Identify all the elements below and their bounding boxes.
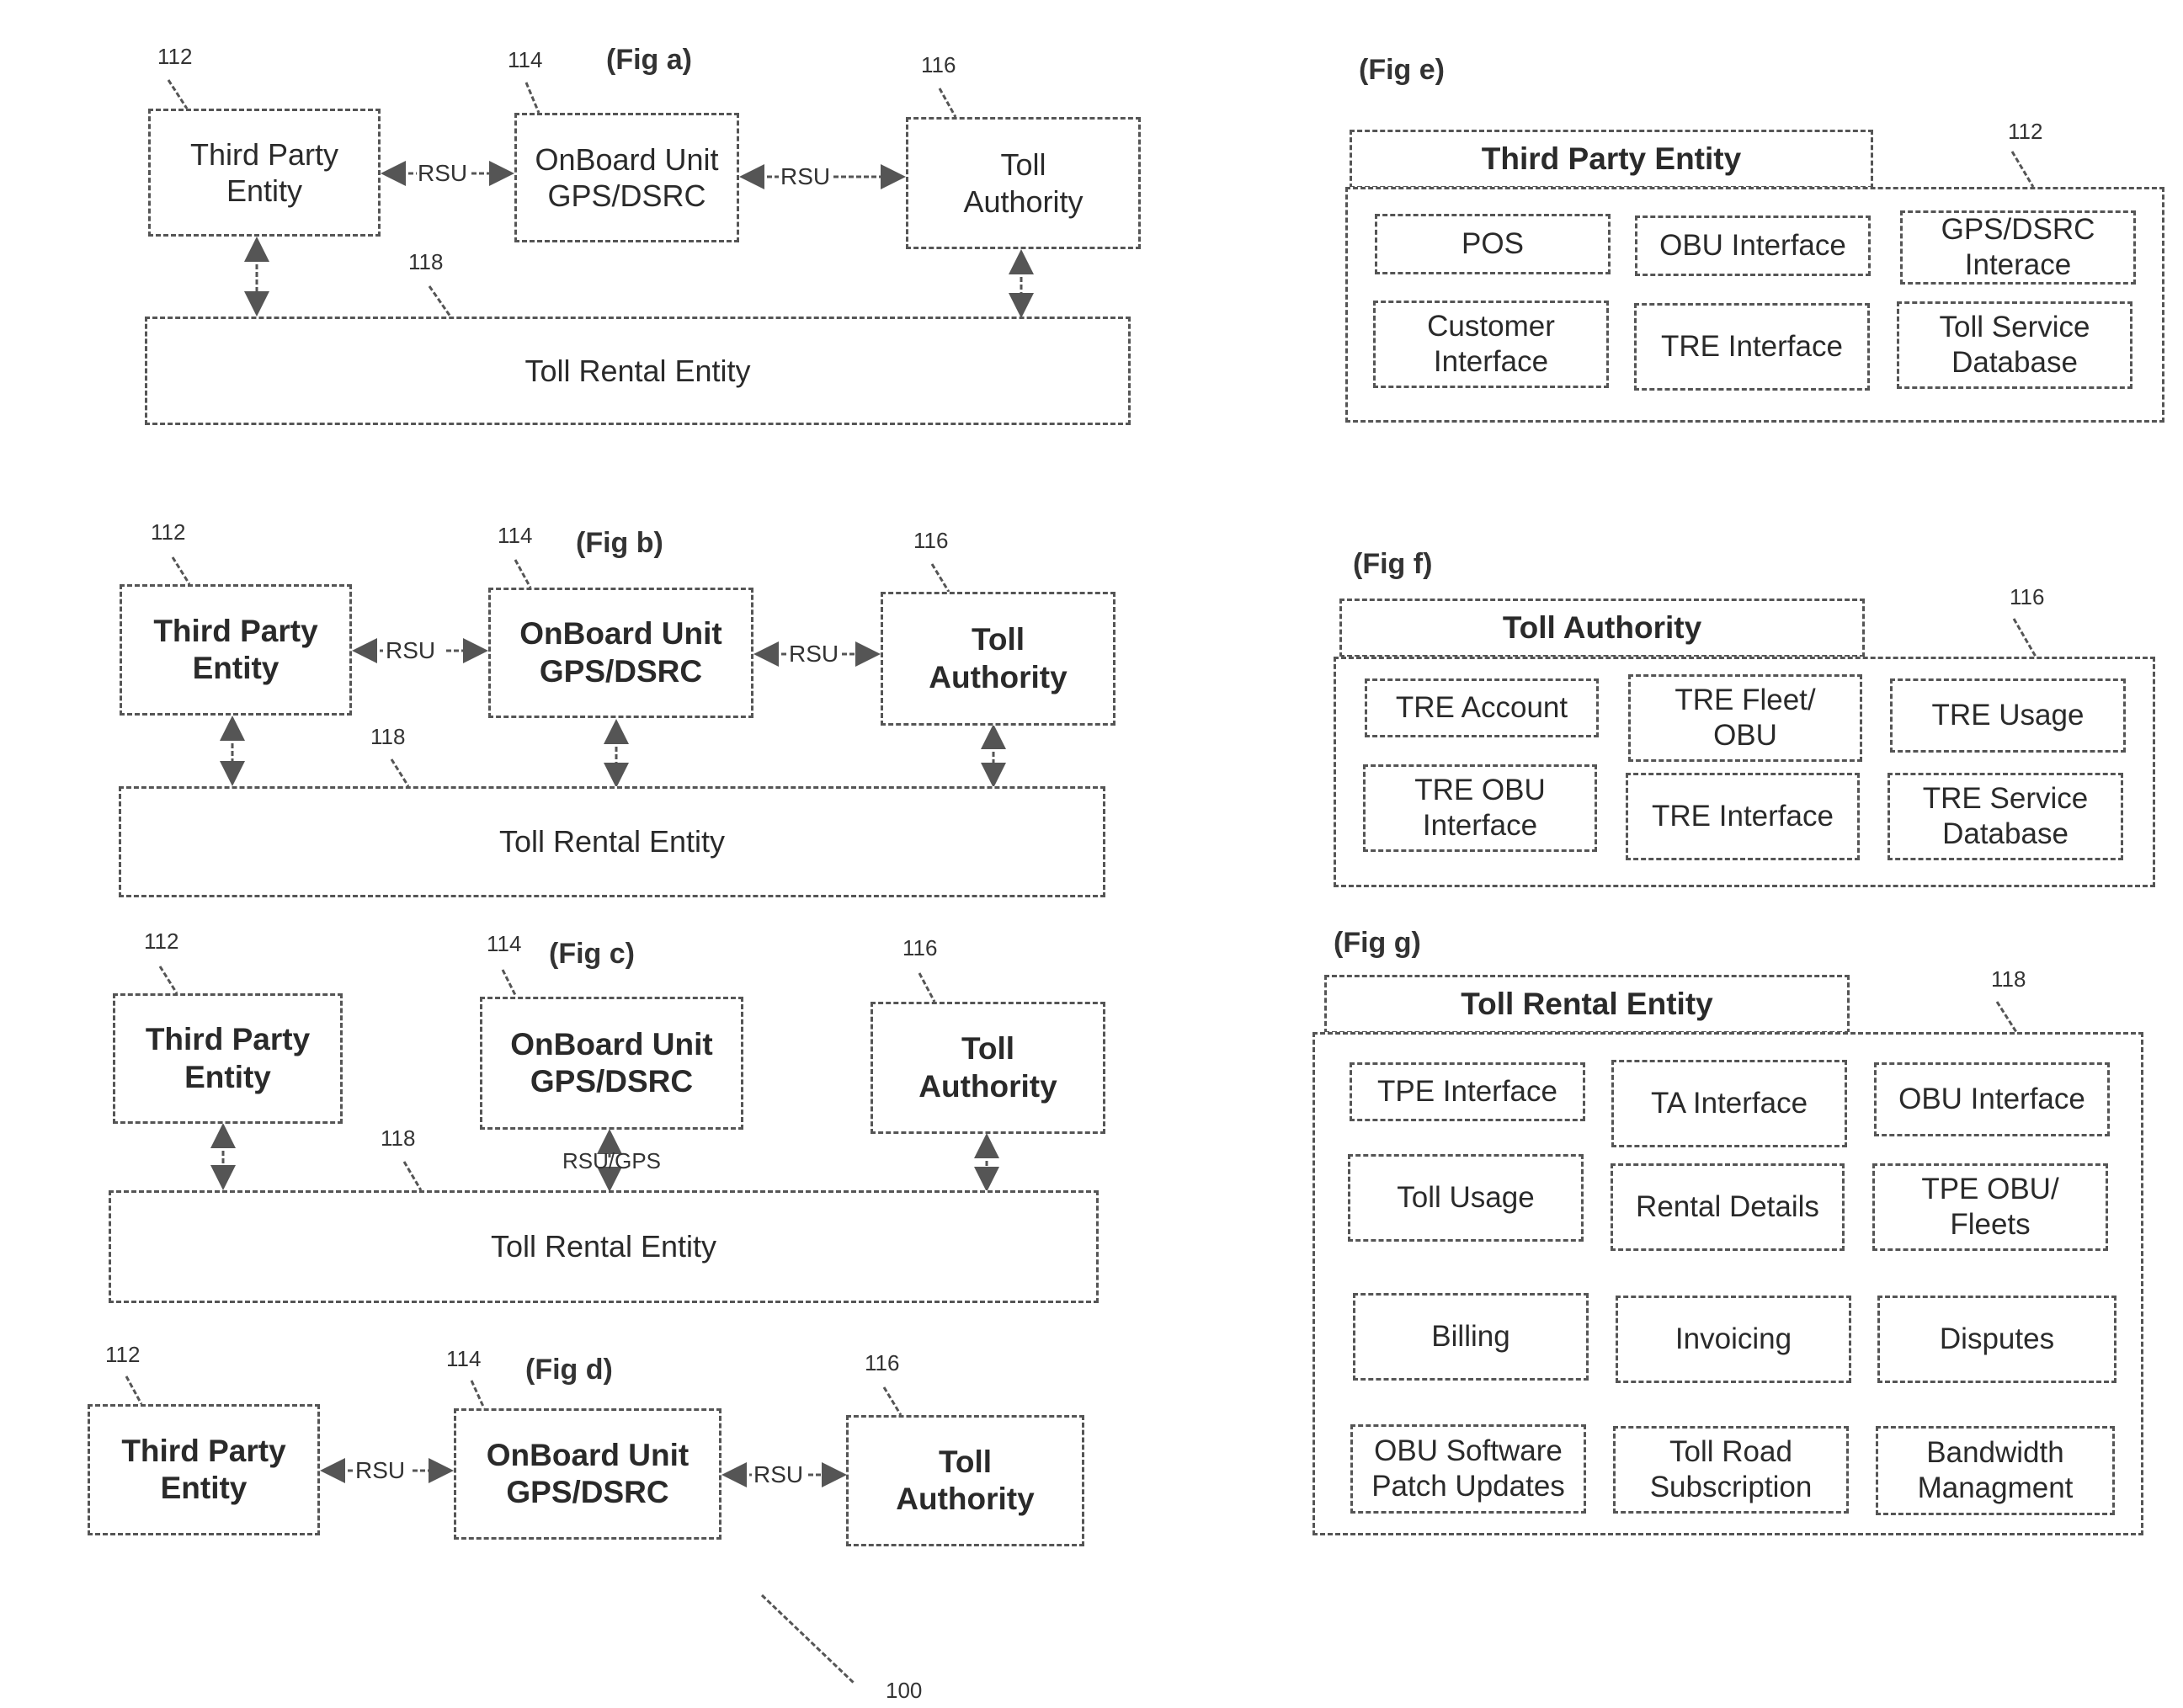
leader-line xyxy=(524,82,540,114)
fig-a-third-party-entity: Third Party Entity xyxy=(148,109,381,237)
fig-e-item-obu-interface: OBU Interface xyxy=(1635,215,1871,276)
fig-e-label: (Fig e) xyxy=(1359,54,1445,86)
leader-line xyxy=(1995,1001,2018,1033)
ref-112: 112 xyxy=(2008,119,2043,144)
fig-a-label: (Fig a) xyxy=(606,44,692,76)
fig-e-item-gps-dsrc-interface: GPS/DSRC Interace xyxy=(1900,210,2136,285)
fig-a-rsu-link-left: RSU xyxy=(418,160,468,186)
fig-a-onboard-unit: OnBoard Unit GPS/DSRC xyxy=(514,113,739,242)
fig-g-item-tpe-interface: TPE Interface xyxy=(1350,1062,1585,1121)
leader-line xyxy=(938,88,957,118)
ref-116: 116 xyxy=(902,935,938,960)
ref-114: 114 xyxy=(446,1346,482,1371)
fig-g-item-tpe-obu-fleets: TPE OBU/ Fleets xyxy=(1872,1163,2108,1251)
fig-g-item-toll-usage: Toll Usage xyxy=(1348,1154,1584,1242)
leader-line xyxy=(171,556,191,585)
fig-e-item-pos: POS xyxy=(1375,214,1611,274)
ref-116: 116 xyxy=(921,52,956,77)
fig-d-rsu-link-left: RSU xyxy=(355,1457,406,1483)
fig-e-item-customer-interface: Customer Interface xyxy=(1373,301,1609,388)
fig-c-rsu-gps-link: RSU/GPS xyxy=(562,1148,662,1173)
fig-g-item-ta-interface: TA Interface xyxy=(1611,1060,1847,1147)
fig-f-item-tre-usage: TRE Usage xyxy=(1890,678,2126,753)
ref-114: 114 xyxy=(498,523,533,548)
fig-b-toll-rental-entity: Toll Rental Entity xyxy=(119,786,1105,897)
fig-b-third-party-entity: Third Party Entity xyxy=(120,584,352,716)
fig-g-item-obu-software-patch-updates: OBU Software Patch Updates xyxy=(1350,1424,1586,1514)
fig-g-label: (Fig g) xyxy=(1334,927,1421,959)
ref-116: 116 xyxy=(865,1350,900,1375)
fig-f-item-tre-interface: TRE Interface xyxy=(1626,773,1860,860)
fig-b-toll-authority: Toll Authority xyxy=(881,592,1115,726)
leader-line xyxy=(2012,618,2037,657)
ref-112: 112 xyxy=(105,1342,141,1367)
ref-118: 118 xyxy=(381,1125,416,1151)
fig-f-item-tre-account: TRE Account xyxy=(1365,678,1599,737)
fig-g-item-obu-interface: OBU Interface xyxy=(1874,1062,2110,1136)
ref-112: 112 xyxy=(144,928,179,954)
ref-112: 112 xyxy=(157,44,193,69)
leader-line xyxy=(402,1161,423,1191)
ref-100: 100 xyxy=(886,1678,923,1703)
fig-g-item-billing: Billing xyxy=(1353,1293,1589,1381)
leader-line xyxy=(470,1380,486,1409)
fig-c-onboard-unit: OnBoard Unit GPS/DSRC xyxy=(480,997,743,1130)
leader-line xyxy=(918,972,936,1003)
fig-f-item-tre-fleet-obu: TRE Fleet/ OBU xyxy=(1628,674,1862,762)
fig-d-toll-authority: Toll Authority xyxy=(846,1415,1084,1546)
leader-line xyxy=(514,559,532,588)
fig-b-onboard-unit: OnBoard Unit GPS/DSRC xyxy=(488,588,753,718)
ref-114: 114 xyxy=(508,47,543,72)
ref-114: 114 xyxy=(487,931,522,956)
fig-g-item-rental-details: Rental Details xyxy=(1611,1163,1845,1251)
fig-b-label: (Fig b) xyxy=(576,527,663,559)
fig-e-title: Third Party Entity xyxy=(1350,130,1873,189)
ref-116: 116 xyxy=(2010,584,2045,609)
fig-f-label: (Fig f) xyxy=(1353,548,1433,580)
fig-d-rsu-link-right: RSU xyxy=(753,1461,804,1487)
patent-figure-sheet: (Fig a) 112 114 116 118 Third Party Enti… xyxy=(0,0,2183,1708)
ref-112: 112 xyxy=(151,519,186,545)
ref-116: 116 xyxy=(913,528,949,553)
leader-line-100 xyxy=(760,1594,856,1685)
fig-d-onboard-unit: OnBoard Unit GPS/DSRC xyxy=(454,1408,721,1540)
fig-d-label: (Fig d) xyxy=(525,1354,613,1386)
ref-118: 118 xyxy=(1991,966,2026,992)
fig-g-item-toll-road-subscription: Toll Road Subscription xyxy=(1613,1426,1849,1514)
leader-line xyxy=(390,758,410,787)
fig-d-third-party-entity: Third Party Entity xyxy=(88,1404,320,1535)
fig-a-rsu-link-right: RSU xyxy=(780,163,831,189)
fig-b-rsu-link-right: RSU xyxy=(789,641,839,667)
fig-a-toll-rental-entity: Toll Rental Entity xyxy=(145,317,1131,425)
leader-line xyxy=(930,563,950,593)
fig-e-item-toll-service-database: Toll Service Database xyxy=(1897,301,2132,389)
fig-g-item-bandwidth-managment: Bandwidth Managment xyxy=(1876,1426,2115,1515)
fig-c-toll-rental-entity: Toll Rental Entity xyxy=(109,1190,1099,1303)
leader-line xyxy=(428,285,452,317)
fig-f-item-tre-obu-interface: TRE OBU Interface xyxy=(1363,764,1597,852)
fig-f-title: Toll Authority xyxy=(1339,599,1865,657)
fig-g-item-disputes: Disputes xyxy=(1877,1296,2116,1383)
ref-118: 118 xyxy=(408,249,444,274)
fig-c-third-party-entity: Third Party Entity xyxy=(113,993,343,1124)
fig-g-title: Toll Rental Entity xyxy=(1324,975,1850,1034)
leader-line xyxy=(2010,151,2035,188)
leader-line xyxy=(167,79,189,109)
fig-e-item-tre-interface: TRE Interface xyxy=(1634,303,1870,391)
fig-b-rsu-link-left: RSU xyxy=(386,637,436,663)
fig-a-toll-authority: Toll Authority xyxy=(906,117,1141,249)
fig-c-label: (Fig c) xyxy=(549,938,635,970)
ref-118: 118 xyxy=(370,724,406,749)
leader-line xyxy=(882,1386,902,1416)
leader-line xyxy=(125,1375,143,1405)
leader-line xyxy=(158,966,178,994)
leader-line xyxy=(501,969,518,998)
fig-c-toll-authority: Toll Authority xyxy=(871,1002,1105,1134)
fig-f-item-tre-service-database: TRE Service Database xyxy=(1887,773,2123,860)
fig-g-item-invoicing: Invoicing xyxy=(1616,1296,1851,1383)
